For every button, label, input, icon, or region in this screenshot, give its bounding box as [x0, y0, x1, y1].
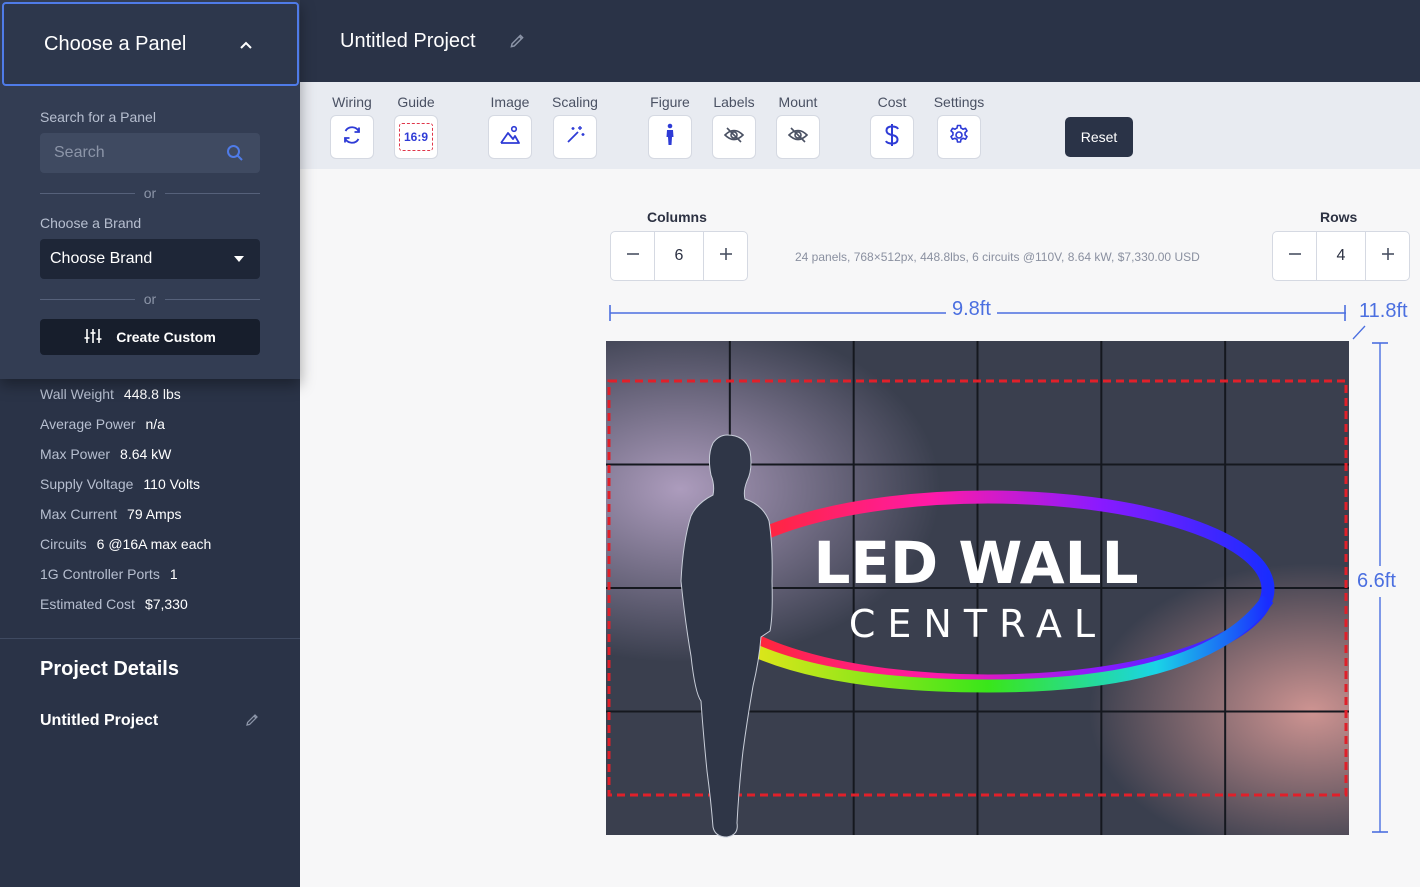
labels-button[interactable] — [712, 115, 756, 159]
toolbar: Wiring Guide 16:9 Image Scaling Figure L… — [300, 82, 1420, 169]
person-icon — [664, 123, 676, 152]
minus-icon — [1288, 247, 1302, 266]
project-details-heading: Project Details — [40, 658, 179, 680]
reset-button[interactable]: Reset — [1065, 117, 1133, 157]
stat-label: Estimated Cost — [40, 596, 135, 612]
wall-summary: 24 panels, 768×512px, 448.8lbs, 6 circui… — [795, 250, 1200, 264]
choose-panel-title: Choose a Panel — [44, 32, 187, 55]
eye-off-icon — [723, 124, 745, 151]
wiring-button[interactable] — [330, 115, 374, 159]
choose-panel-toggle[interactable]: Choose a Panel — [2, 2, 299, 86]
settings-button[interactable] — [937, 115, 981, 159]
divider-line — [165, 299, 260, 300]
columns-value[interactable]: 6 — [655, 232, 703, 280]
pencil-icon[interactable] — [244, 712, 260, 733]
columns-stepper: 6 — [610, 231, 748, 281]
figure-silhouette — [680, 434, 773, 838]
brand-select-value: Choose Brand — [50, 250, 153, 267]
stat-controller-ports: 1G Controller Ports 1 — [40, 566, 178, 582]
search-input[interactable] — [40, 133, 220, 173]
magic-wand-icon — [564, 124, 586, 151]
minus-icon — [626, 247, 640, 266]
plus-icon — [719, 247, 733, 266]
logo-line-2: CENTRAL — [849, 602, 1107, 646]
stat-max-power: Max Power 8.64 kW — [40, 446, 171, 462]
tool-label: Settings — [933, 94, 985, 110]
stat-value: $7,330 — [144, 596, 188, 612]
rows-decrement-button[interactable] — [1273, 232, 1317, 280]
stat-label: Max Power — [40, 446, 111, 462]
stat-label: 1G Controller Ports — [40, 566, 160, 582]
logo-line-1: LED WALL — [813, 529, 1138, 597]
stat-value: 8.64 kW — [120, 446, 172, 462]
stat-value: 448.8 lbs — [123, 386, 181, 402]
create-custom-label: Create Custom — [116, 329, 216, 345]
refresh-icon — [341, 124, 363, 151]
project-title[interactable]: Untitled Project — [340, 30, 476, 53]
search-icon[interactable] — [226, 144, 244, 167]
width-dimension-label: 9.8ft — [946, 298, 997, 321]
diagonal-tick — [1352, 325, 1366, 340]
tool-label: Mount — [778, 94, 818, 110]
rows-stepper: 4 — [1272, 231, 1410, 281]
or-divider: or — [40, 291, 260, 307]
stat-value: 1 — [169, 566, 178, 582]
gear-icon — [948, 124, 970, 151]
stat-value: 110 Volts — [143, 476, 200, 492]
project-details-name: Untitled Project — [40, 712, 159, 729]
stat-label: Max Current — [40, 506, 118, 522]
or-divider: or — [40, 185, 260, 201]
divider-line — [165, 193, 260, 194]
aspect-ratio-icon: 16:9 — [399, 123, 433, 151]
dollar-icon — [884, 123, 900, 152]
diagonal-dimension-label: 11.8ft — [1359, 300, 1408, 322]
eye-off-icon — [787, 124, 809, 151]
caret-down-icon — [234, 256, 244, 262]
stat-max-current: Max Current 79 Amps — [40, 506, 182, 522]
stat-wall-weight: Wall Weight 448.8 lbs — [40, 386, 181, 402]
rows-value[interactable]: 4 — [1317, 232, 1365, 280]
stat-estimated-cost: Estimated Cost $7,330 — [40, 596, 188, 612]
stat-supply-voltage: Supply Voltage 110 Volts — [40, 476, 200, 492]
guide-button[interactable]: 16:9 — [394, 115, 438, 159]
top-header: Untitled Project — [300, 0, 1420, 82]
panel-chooser-popup: Choose a Panel Search for a Panel or Cho… — [0, 0, 300, 379]
brand-label: Choose a Brand — [40, 215, 142, 231]
tool-label: Guide — [397, 94, 435, 110]
stat-label: Circuits — [40, 536, 87, 552]
search-panel-label: Search for a Panel — [40, 109, 156, 125]
rows-label: Rows — [1320, 209, 1358, 225]
pencil-icon[interactable] — [508, 32, 526, 55]
search-panel-field[interactable] — [40, 133, 260, 173]
cost-button[interactable] — [870, 115, 914, 159]
chevron-up-icon — [239, 37, 253, 55]
stat-label: Wall Weight — [40, 386, 114, 402]
main-canvas: Columns 6 24 panels, 768×512px, 448.8lbs… — [300, 169, 1420, 887]
height-dimension-label: 6.6ft — [1355, 566, 1398, 597]
stat-label: Average Power — [40, 416, 136, 432]
image-icon — [499, 124, 521, 151]
figure-button[interactable] — [648, 115, 692, 159]
columns-increment-button[interactable] — [703, 232, 747, 280]
mount-button[interactable] — [776, 115, 820, 159]
columns-label: Columns — [647, 209, 707, 225]
columns-decrement-button[interactable] — [611, 232, 655, 280]
stat-circuits: Circuits 6 @16A max each — [40, 536, 211, 552]
sidebar-divider — [0, 638, 300, 639]
plus-icon — [1381, 247, 1395, 266]
brand-select[interactable]: Choose Brand — [40, 239, 260, 279]
stat-value: 79 Amps — [127, 506, 182, 522]
scaling-button[interactable] — [553, 115, 597, 159]
image-button[interactable] — [488, 115, 532, 159]
sidebar: Choose a Panel Search for a Panel or Cho… — [0, 0, 300, 887]
stat-value: n/a — [145, 416, 165, 432]
sliders-icon — [84, 328, 102, 347]
tool-label: Scaling — [552, 94, 598, 110]
create-custom-button[interactable]: Create Custom — [40, 319, 260, 355]
stat-label: Supply Voltage — [40, 476, 134, 492]
rows-increment-button[interactable] — [1365, 232, 1409, 280]
stat-value: 6 @16A max each — [96, 536, 212, 552]
stat-average-power: Average Power n/a — [40, 416, 165, 432]
